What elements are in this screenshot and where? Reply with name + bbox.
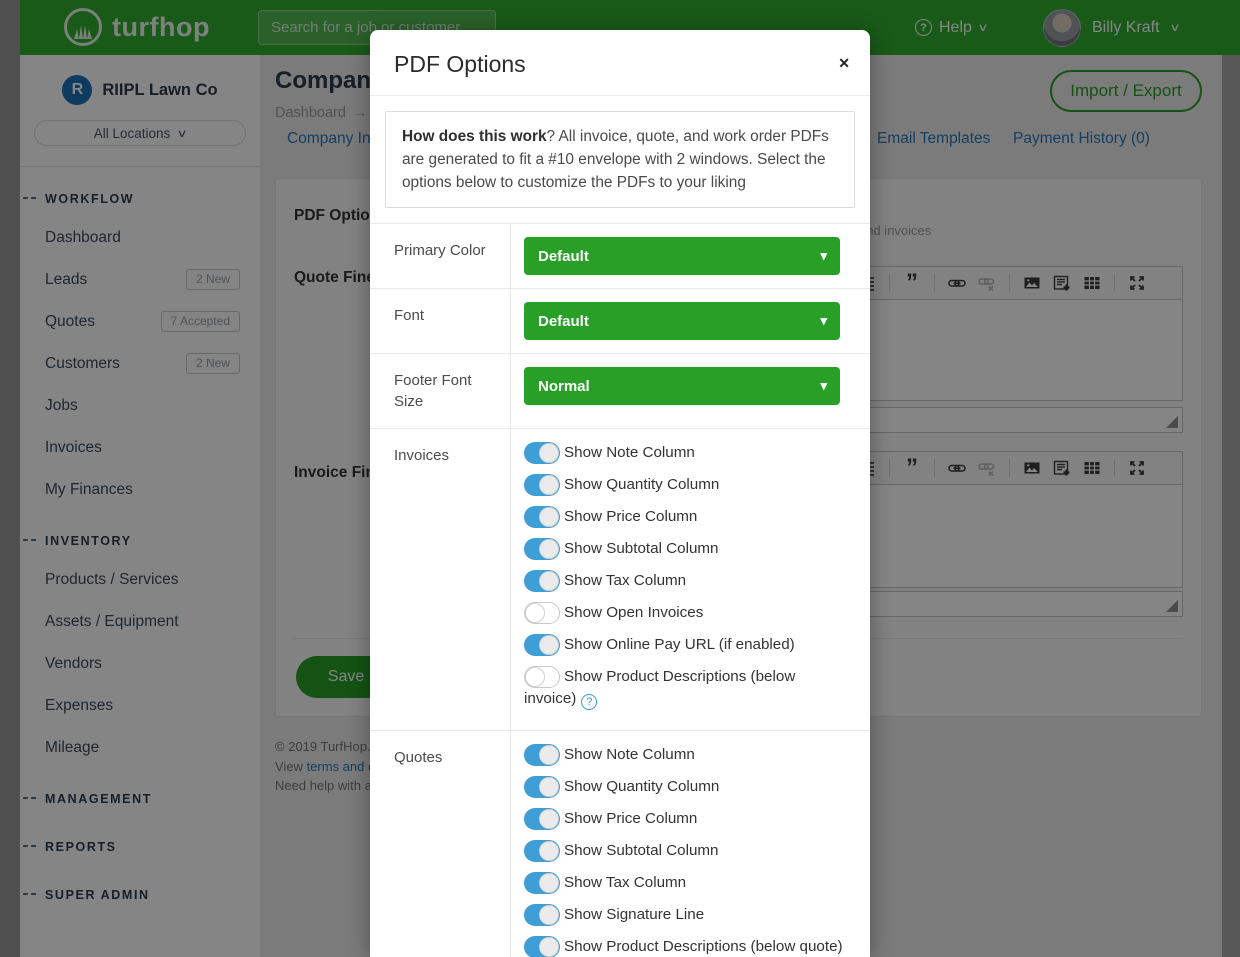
option-label: Footer Font Size <box>370 354 510 428</box>
toggle-switch-on[interactable] <box>524 840 560 862</box>
toggle-label: Show Online Pay URL (if enabled) <box>564 636 795 653</box>
toggle-switch-on[interactable] <box>524 808 560 830</box>
toggle-knob <box>539 937 559 957</box>
option-row-quotes: Quotes Show Note Column Show Quantity Col… <box>370 731 870 957</box>
modal-info-box: How does this work? All invoice, quote, … <box>385 111 855 208</box>
caret-down-icon: ▾ <box>820 378 827 394</box>
help-icon[interactable]: ? <box>581 694 597 710</box>
toggle-knob <box>539 539 559 559</box>
info-bold: How does this work <box>402 128 547 145</box>
toggle-row: Show Subtotal Column <box>524 840 850 862</box>
modal-options-table: Primary Color Default ▾ Font Default ▾ F… <box>370 223 870 957</box>
selected-value: Default <box>538 248 589 265</box>
toggle-row: Show Subtotal Column <box>524 538 850 560</box>
selected-value: Normal <box>538 378 590 395</box>
toggle-row: Show Product Descriptions (below invoice… <box>524 666 850 710</box>
toggle-row: Show Tax Column <box>524 872 850 894</box>
toggle-knob <box>539 507 559 527</box>
toggle-label: Show Product Descriptions (below invoice… <box>524 668 795 707</box>
toggle-knob <box>539 905 559 925</box>
toggle-label: Show Quantity Column <box>564 778 719 795</box>
toggle-label: Show Product Descriptions (below quote) <box>564 938 843 955</box>
toggle-switch-on[interactable] <box>524 634 560 656</box>
option-row-primary-color: Primary Color Default ▾ <box>370 224 870 289</box>
toggle-row: Show Signature Line <box>524 904 850 926</box>
toggle-knob <box>539 475 559 495</box>
toggle-label: Show Price Column <box>564 508 697 525</box>
toggle-knob <box>539 841 559 861</box>
toggle-label: Show Signature Line <box>564 906 704 923</box>
toggle-knob <box>539 809 559 829</box>
modal-title: PDF Options <box>394 51 846 78</box>
option-row-invoices: Invoices Show Note Column Show Quantity C… <box>370 429 870 731</box>
quotes-toggle-list: Show Note Column Show Quantity Column Show… <box>510 731 870 957</box>
toggle-knob <box>539 571 559 591</box>
option-label: Invoices <box>370 429 510 730</box>
toggle-switch-on[interactable] <box>524 570 560 592</box>
footer-font-size-select[interactable]: Normal ▾ <box>524 367 840 405</box>
toggle-label: Show Tax Column <box>564 572 686 589</box>
toggle-label: Show Subtotal Column <box>564 540 719 557</box>
toggle-row: Show Open Invoices <box>524 602 850 624</box>
invoices-toggle-list: Show Note Column Show Quantity Column Show… <box>510 429 870 730</box>
toggle-row: Show Quantity Column <box>524 776 850 798</box>
toggle-row: Show Tax Column <box>524 570 850 592</box>
close-icon[interactable]: ✕ <box>838 56 850 70</box>
toggle-switch-on[interactable] <box>524 744 560 766</box>
caret-down-icon: ▾ <box>820 248 827 264</box>
toggle-switch-on[interactable] <box>524 506 560 528</box>
toggle-knob <box>525 603 545 623</box>
toggle-knob <box>525 667 545 687</box>
font-select[interactable]: Default ▾ <box>524 302 840 340</box>
toggle-label: Show Open Invoices <box>564 604 703 621</box>
toggle-row: Show Note Column <box>524 442 850 464</box>
toggle-knob <box>539 777 559 797</box>
pdf-options-modal: PDF Options ✕ How does this work? All in… <box>370 30 870 957</box>
modal-header: PDF Options ✕ <box>370 30 870 96</box>
toggle-row: Show Price Column <box>524 808 850 830</box>
toggle-label: Show Price Column <box>564 810 697 827</box>
toggle-knob <box>539 635 559 655</box>
option-row-footer-font-size: Footer Font Size Normal ▾ <box>370 354 870 429</box>
toggle-switch-on[interactable] <box>524 474 560 496</box>
toggle-knob <box>539 745 559 765</box>
toggle-row: Show Online Pay URL (if enabled) <box>524 634 850 656</box>
toggle-knob <box>539 873 559 893</box>
toggle-switch-off[interactable] <box>524 666 560 688</box>
toggle-switch-on[interactable] <box>524 936 560 957</box>
option-row-font: Font Default ▾ <box>370 289 870 354</box>
toggle-row: Show Note Column <box>524 744 850 766</box>
option-label: Font <box>370 289 510 353</box>
caret-down-icon: ▾ <box>820 313 827 329</box>
primary-color-select[interactable]: Default ▾ <box>524 237 840 275</box>
toggle-switch-on[interactable] <box>524 538 560 560</box>
toggle-label: Show Subtotal Column <box>564 842 719 859</box>
toggle-switch-on[interactable] <box>524 872 560 894</box>
option-label: Quotes <box>370 731 510 957</box>
selected-value: Default <box>538 313 589 330</box>
toggle-label: Show Quantity Column <box>564 476 719 493</box>
toggle-label: Show Tax Column <box>564 874 686 891</box>
toggle-switch-off[interactable] <box>524 602 560 624</box>
toggle-row: Show Product Descriptions (below quote)? <box>524 936 850 957</box>
option-label: Primary Color <box>370 224 510 288</box>
toggle-switch-on[interactable] <box>524 904 560 926</box>
toggle-label: Show Note Column <box>564 444 695 461</box>
toggle-label: Show Note Column <box>564 746 695 763</box>
toggle-row: Show Price Column <box>524 506 850 528</box>
toggle-switch-on[interactable] <box>524 776 560 798</box>
toggle-switch-on[interactable] <box>524 442 560 464</box>
toggle-row: Show Quantity Column <box>524 474 850 496</box>
toggle-knob <box>539 443 559 463</box>
